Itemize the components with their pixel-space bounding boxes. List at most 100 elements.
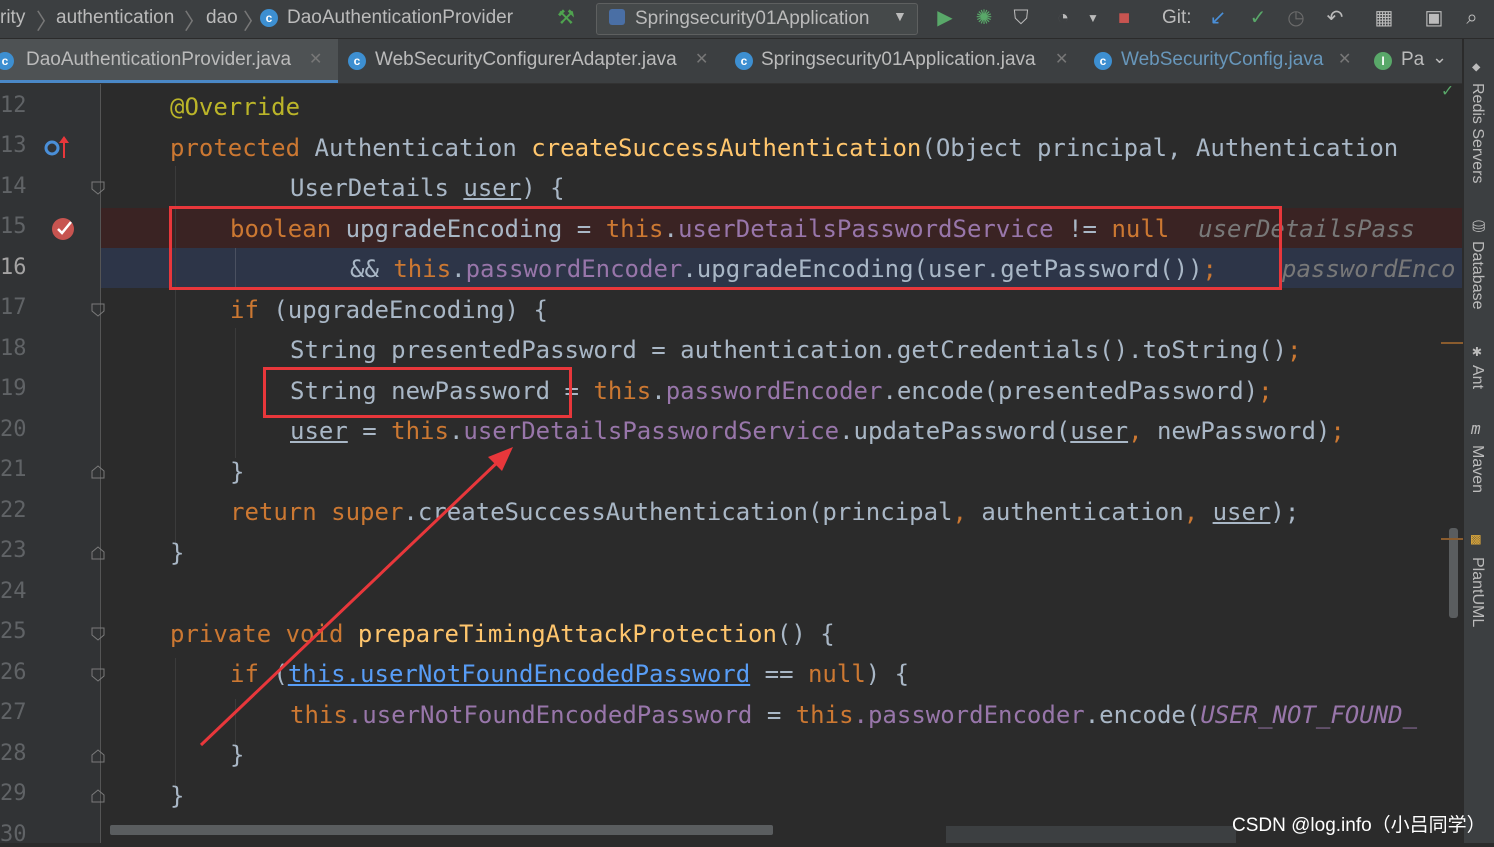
search-icon[interactable]: ⌕ [1459, 5, 1485, 31]
horizontal-scrollbar[interactable] [110, 825, 773, 835]
code-line-23: } [170, 539, 185, 567]
tool-window-plantuml[interactable]: PlantUML [1468, 557, 1486, 627]
line-number: 28 [0, 741, 27, 766]
line-number: 30 [0, 822, 27, 847]
class-icon: c [348, 52, 366, 70]
run-icon[interactable]: ▶ [932, 5, 958, 31]
tab-label: Springsecurity01Application.java [761, 49, 1036, 70]
debug-icon[interactable]: ✺ [971, 5, 997, 31]
close-icon[interactable]: ✕ [695, 39, 708, 81]
close-icon[interactable]: ✕ [1338, 39, 1351, 81]
line-number: 26 [0, 660, 27, 685]
status-popup [946, 826, 1236, 843]
close-icon[interactable]: ✕ [309, 39, 322, 81]
watermark: CSDN @log.info（小吕同学） [1232, 815, 1486, 836]
breadcrumb-class[interactable]: DaoAuthenticationProvider [287, 7, 513, 29]
right-tool-window-bar: ◆ Redis Servers ⛁ Database ✱ Ant m Maven… [1463, 39, 1494, 843]
tab-daoauthenticationprovider[interactable]: c DaoAuthenticationProvider.java ✕ [0, 39, 338, 83]
build-hammer-icon[interactable]: ⚒ [553, 5, 579, 31]
line-number: 16 [0, 255, 27, 280]
git-update-icon[interactable]: ↙ [1205, 5, 1231, 31]
breadcrumb-dao[interactable]: dao [206, 7, 238, 29]
highlight-box-upgrade-encoding [169, 206, 1282, 290]
interface-icon: I [1374, 52, 1392, 70]
tab-label: Pa [1401, 49, 1425, 70]
database-icon: ⛁ [1472, 217, 1486, 236]
scrollbar-marker [1441, 342, 1463, 344]
tab-websecurityconfigureradapter[interactable]: c WebSecurityConfigurerAdapter.java ✕ [340, 39, 720, 81]
tab-label: WebSecurityConfig.java [1121, 49, 1324, 70]
presentation-mode-icon[interactable]: ▣ [1421, 5, 1447, 31]
spring-boot-icon [609, 9, 625, 25]
line-number: 15 [0, 214, 27, 239]
class-icon: c [260, 9, 278, 27]
class-icon: c [1094, 52, 1112, 70]
editor-tabs: c DaoAuthenticationProvider.java ✕ c Web… [0, 39, 1462, 84]
tab-springsecurity01application[interactable]: c Springsecurity01Application.java ✕ [725, 39, 1083, 81]
tool-window-database[interactable]: Database [1468, 241, 1486, 310]
tool-window-ant[interactable]: Ant [1468, 365, 1486, 395]
ant-icon: ✱ [1472, 341, 1482, 360]
line-number: 13 [0, 133, 27, 158]
tab-label: WebSecurityConfigurerAdapter.java [375, 49, 677, 70]
redis-icon: ◆ [1472, 59, 1481, 75]
stop-icon[interactable]: ■ [1111, 5, 1137, 31]
line-number: 24 [0, 579, 27, 604]
line-number: 12 [0, 93, 27, 118]
breakpoint-icon[interactable] [50, 214, 78, 242]
profile-icon[interactable]: ◔ [1050, 5, 1076, 31]
line-number: 18 [0, 336, 27, 361]
project-structure-icon[interactable]: ▦ [1371, 5, 1397, 31]
tab-label: DaoAuthenticationProvider.java [26, 49, 292, 70]
chevron-down-icon[interactable]: ⌄ [1432, 47, 1447, 68]
line-number: 19 [0, 376, 27, 401]
annotation-arrow [199, 447, 513, 747]
line-number: 29 [0, 781, 27, 806]
scrollbar-marker [1441, 538, 1463, 540]
line-number: 23 [0, 538, 27, 563]
tool-window-redis-servers[interactable]: Redis Servers [1468, 83, 1486, 183]
maven-icon: m [1471, 419, 1481, 438]
run-configuration-select[interactable]: Springsecurity01Application ▼ [596, 3, 918, 35]
inspection-ok-icon[interactable]: ✓ [1442, 80, 1453, 101]
vertical-scrollbar[interactable] [1449, 528, 1458, 618]
breadcrumb-separator: 〉 [184, 9, 207, 34]
line-number: 14 [0, 174, 27, 199]
code-line-29: } [170, 782, 185, 810]
line-number: 22 [0, 498, 27, 523]
run-configuration-label: Springsecurity01Application [635, 8, 870, 29]
git-label: Git: [1162, 7, 1192, 28]
indent-guide [175, 658, 176, 788]
chevron-down-icon[interactable]: ▼ [1080, 5, 1106, 31]
line-number: 21 [0, 457, 27, 482]
code-line-17: if (upgradeEncoding) { [230, 296, 548, 324]
highlight-box-new-password [263, 367, 572, 418]
plantuml-icon: ▩ [1471, 529, 1481, 548]
tab-pa[interactable]: I Pa [1366, 39, 1426, 81]
code-line-14: UserDetails user) { [290, 174, 565, 202]
coverage-icon[interactable]: ⛉ [1008, 5, 1034, 31]
breadcrumb-rity[interactable]: rity [0, 7, 25, 29]
breadcrumb-separator: 〉 [36, 9, 59, 34]
line-number: 20 [0, 417, 27, 442]
tab-websecurityconfig[interactable]: c WebSecurityConfig.java ✕ [1086, 39, 1364, 81]
line-number-gutter[interactable]: 12 13 14 15 16 17 18 19 20 21 22 23 24 2… [0, 84, 105, 847]
chevron-down-icon: ▼ [893, 8, 907, 24]
close-icon[interactable]: ✕ [1055, 39, 1068, 81]
code-line-18: String presentedPassword = authenticatio… [290, 336, 1302, 364]
code-line-12: @Override [170, 93, 301, 121]
breadcrumb-authentication[interactable]: authentication [56, 7, 174, 29]
code-line-13: protected Authentication createSuccessAu… [170, 134, 1399, 162]
inline-value-hint: passwordEnco [1282, 255, 1456, 283]
tool-window-maven[interactable]: Maven [1468, 445, 1486, 501]
indent-guide [235, 328, 236, 458]
class-icon: c [0, 52, 14, 70]
git-rollback-icon[interactable]: ↶ [1322, 5, 1348, 31]
navigation-bar: rity 〉 authentication 〉 dao 〉 c DaoAuthe… [0, 0, 1494, 39]
line-number: 27 [0, 700, 27, 725]
git-commit-icon[interactable]: ✓ [1245, 5, 1271, 31]
overriding-method-icon[interactable] [42, 134, 70, 160]
class-icon: c [735, 52, 753, 70]
git-history-icon[interactable]: ◷ [1283, 5, 1309, 31]
line-number: 17 [0, 295, 27, 320]
